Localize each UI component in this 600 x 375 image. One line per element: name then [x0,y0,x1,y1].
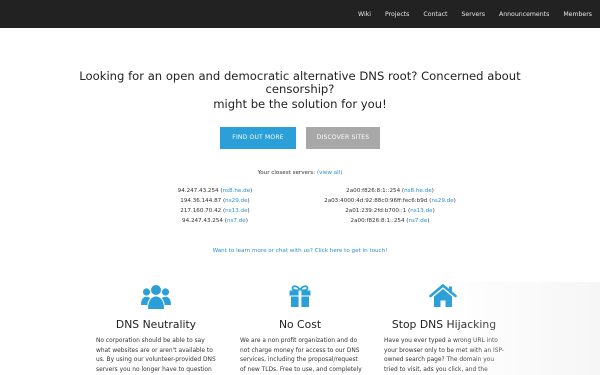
server-row: 217.160.70.42 (ns13.de) [180,208,250,214]
feature-text-line: services, including the proposal/request [240,357,358,364]
nav-item-servers[interactable]: Servers [461,11,485,18]
feature-text-line: of new TLDs. Free to use, and completely [240,366,362,373]
feature-text-line: your browser only to be met with an ISP- [384,347,505,354]
hero-line-3: might be the solution for you! [213,97,387,111]
server-ip: 94.247.43.254 [177,188,219,194]
get-in-touch-link[interactable]: Want to learn more or chat with us? Clic… [213,248,388,254]
server-row: 94.247.43.254 (ns8.he.de) [177,188,253,194]
closest-servers-label: Your closest servers: [257,170,316,176]
nav-item-announcements[interactable]: Announcements [499,11,549,18]
nav-item-wiki[interactable]: Wiki [358,11,371,18]
nav-item-projects[interactable]: Projects [385,11,409,18]
server-ip: 2a03:4000:4d:92:88c0:96ff:fec6:b9d [324,198,428,204]
server-ip: 217.160.70.42 [180,208,222,214]
home-icon [429,284,457,312]
users-icon [141,284,171,314]
feature-text-line: Have you ever typed a wrong URL into [384,338,498,344]
closest-servers-heading: Your closest servers: (view all) [0,170,600,176]
ipv4-server-list: 94.247.43.254 (ns8.he.de) 194.36.144.87 … [140,186,290,226]
feature-text-line: owned search page? The domain you [384,357,495,364]
gift-icon [288,284,312,312]
feature-text-line: servers you no longer have to question [96,366,212,373]
nav-item-members[interactable]: Members [563,11,592,18]
server-row: 2a03:4000:4d:92:88c0:96ff:fec6:b9d (ns29… [324,198,456,204]
server-host-link[interactable]: ns8.he.de [404,188,432,194]
feature-text-line: us. By using our volunteer-provided DNS [96,357,216,364]
find-out-more-button[interactable]: FIND OUT MORE [220,127,296,149]
server-ip: 2a00:f826:8:1::254 [346,188,401,194]
server-row: 2a00:f826:8:1::254 (ns8.he.de) [346,188,434,194]
feature-text-dns-neutrality: No corporation should be able to say wha… [96,337,226,375]
server-ip: 2a00:f826:8:1::254 [350,218,405,224]
feature-text-line: No corporation should be able to say [96,338,205,344]
server-host-link[interactable]: ns29.de [431,198,453,204]
server-host-link[interactable]: ns13.de [225,208,247,214]
feature-text-line: not charge money for access to our DNS [240,347,360,354]
feature-text-stop-dns-hijacking: Have you ever typed a wrong URL into you… [384,337,519,375]
feature-text-line: tried to visit, ads you click, and the [384,366,488,373]
server-host-link[interactable]: ns7.de [227,218,246,224]
server-ip: 194.36.144.87 [180,198,222,204]
feature-title-no-cost: No Cost [278,318,322,331]
ipv6-server-list: 2a00:f826:8:1::254 (ns8.he.de) 2a03:4000… [300,186,480,226]
view-all-link[interactable]: (view all) [317,170,343,176]
server-row: 94.247.43.254 (ns7.de) [182,218,248,224]
feature-text-no-cost: We are a non profit organization and do … [240,337,370,375]
contact-cta: Want to learn more or chat with us? Clic… [0,248,600,254]
server-host-link[interactable]: ns13.de [410,208,432,214]
server-host-link[interactable]: ns7.de [408,218,427,224]
server-row: 2a00:f826:8:1::254 (ns7.de) [350,218,430,224]
server-ip: 94.247.43.254 [182,218,223,224]
hero-headline: Looking for an open and democratic alter… [0,70,600,111]
server-row: 2a01:239:2fd:b700::1 (ns13.de) [345,208,435,214]
nav-item-contact[interactable]: Contact [423,11,447,18]
server-host-link[interactable]: ns8.he.de [223,188,251,194]
hero-line-2: censorship? [265,82,335,96]
server-row: 194.36.144.87 (ns29.de) [180,198,250,204]
feature-text-line: what websites are or aren't available to [96,347,213,354]
feature-text-line: We are a non profit organization and do [240,338,358,344]
discover-sites-button[interactable]: DISCOVER SITES [306,127,380,149]
top-navbar: Wiki Projects Contact Servers Announceme… [0,0,600,28]
feature-title-dns-neutrality: DNS Neutrality [115,318,197,331]
feature-title-stop-dns-hijacking: Stop DNS Hijacking [391,318,497,331]
server-ip: 2a01:239:2fd:b700::1 [345,208,407,214]
nav-menu: Wiki Projects Contact Servers Announceme… [344,0,592,28]
server-host-link[interactable]: ns29.de [225,198,247,204]
